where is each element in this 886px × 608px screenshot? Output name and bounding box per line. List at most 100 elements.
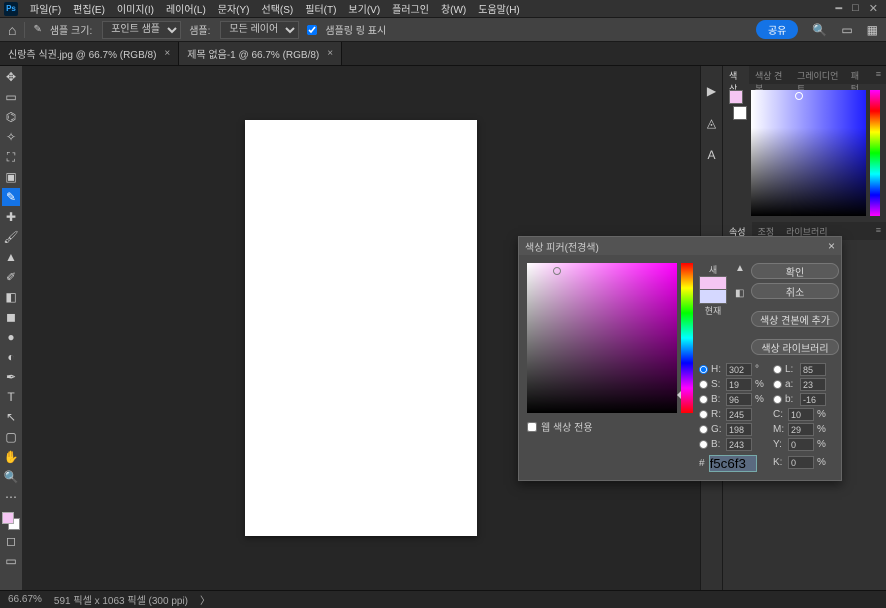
hue-strip[interactable]: [870, 90, 880, 216]
tool-eyedropper[interactable]: ✎: [2, 188, 20, 206]
tool-lasso[interactable]: ⌬: [2, 108, 20, 126]
dialog-titlebar[interactable]: 색상 피커(전경색) ×: [519, 237, 841, 255]
tab-color[interactable]: 색상: [723, 66, 749, 84]
radio-bb[interactable]: [773, 395, 782, 404]
input-bb[interactable]: [800, 393, 826, 406]
close-icon[interactable]: ×: [164, 48, 170, 59]
triangle-icon[interactable]: ◬: [707, 116, 716, 130]
menu-type[interactable]: 문자(Y): [212, 0, 256, 18]
canvas[interactable]: [245, 120, 477, 536]
radio-b[interactable]: [699, 395, 708, 404]
ok-button[interactable]: 확인: [751, 263, 839, 279]
menu-image[interactable]: 이미지(I): [111, 0, 160, 18]
tab-patterns[interactable]: 패턴: [845, 66, 871, 84]
input-bc[interactable]: [726, 438, 752, 451]
input-g[interactable]: [726, 423, 752, 436]
input-a[interactable]: [800, 378, 826, 391]
document-tab-1[interactable]: 제목 없음-1 @ 66.7% (RGB/8)×: [179, 42, 342, 65]
tool-brush[interactable]: 🖌: [2, 228, 20, 246]
panel-foreground-swatch[interactable]: [729, 90, 743, 104]
input-r[interactable]: [726, 408, 752, 421]
tool-move[interactable]: ✥: [2, 68, 20, 86]
color-cursor[interactable]: [795, 92, 803, 100]
menu-help[interactable]: 도움말(H): [472, 0, 525, 18]
current-color-swatch[interactable]: [699, 290, 727, 304]
radio-g[interactable]: [699, 425, 708, 434]
cancel-button[interactable]: 취소: [751, 283, 839, 299]
tab-gradients[interactable]: 그레이디언트: [791, 66, 845, 84]
web-only-checkbox[interactable]: [527, 422, 537, 432]
foreground-swatch[interactable]: [2, 512, 14, 524]
arrange-icon[interactable]: ▦: [867, 23, 878, 37]
type-icon[interactable]: A: [707, 148, 715, 162]
tool-heal[interactable]: ✚: [2, 208, 20, 226]
tool-text[interactable]: T: [2, 388, 20, 406]
panel-menu-icon[interactable]: ≡: [871, 66, 886, 84]
input-m[interactable]: [788, 423, 814, 436]
radio-s[interactable]: [699, 380, 708, 389]
input-k[interactable]: [788, 456, 814, 469]
menu-plugins[interactable]: 플러그인: [386, 0, 435, 18]
color-libraries-button[interactable]: 색상 라이브러리: [751, 339, 839, 355]
close-icon[interactable]: ×: [327, 48, 333, 59]
zoom-level[interactable]: 66.67%: [8, 594, 42, 605]
add-swatch-button[interactable]: 색상 견본에 추가: [751, 311, 839, 327]
window-minimize[interactable]: ━: [836, 2, 843, 15]
sv-cursor[interactable]: [553, 267, 561, 275]
radio-h[interactable]: [699, 365, 708, 374]
panel-background-swatch[interactable]: [733, 106, 747, 120]
radio-l[interactable]: [773, 365, 782, 374]
radio-bc[interactable]: [699, 440, 708, 449]
document-tab-0[interactable]: 신랑측 식권.jpg @ 66.7% (RGB/8)×: [0, 42, 179, 65]
tool-crop[interactable]: ⛶: [2, 148, 20, 166]
chevron-right-icon[interactable]: 〉: [200, 592, 210, 607]
warning-icon[interactable]: ▲: [735, 263, 745, 274]
sample-size-select[interactable]: 포인트 샘플: [102, 21, 181, 39]
input-s[interactable]: [726, 378, 752, 391]
panel-menu-icon[interactable]: ≡: [871, 222, 886, 240]
input-l[interactable]: [800, 363, 826, 376]
hue-pointer[interactable]: [677, 391, 681, 399]
sv-field[interactable]: [527, 263, 677, 413]
input-h[interactable]: [726, 363, 752, 376]
tool-eraser[interactable]: ◧: [2, 288, 20, 306]
input-hex[interactable]: [709, 455, 757, 472]
menu-file[interactable]: 파일(F): [24, 0, 67, 18]
window-close[interactable]: ✕: [869, 2, 878, 15]
radio-r[interactable]: [699, 410, 708, 419]
sample-select[interactable]: 모든 레이어: [220, 21, 299, 39]
tool-pen[interactable]: ✒: [2, 368, 20, 386]
input-b[interactable]: [726, 393, 752, 406]
play-icon[interactable]: ▶: [707, 84, 716, 98]
search-icon[interactable]: 🔍: [812, 23, 827, 37]
close-icon[interactable]: ×: [828, 239, 835, 253]
menu-edit[interactable]: 편집(E): [67, 0, 111, 18]
tool-zoom[interactable]: 🔍: [2, 468, 20, 486]
workspace-icon[interactable]: ▭: [841, 23, 852, 37]
tool-path[interactable]: ↖: [2, 408, 20, 426]
tool-blur[interactable]: ●: [2, 328, 20, 346]
radio-a[interactable]: [773, 380, 782, 389]
tool-gradient[interactable]: ◼: [2, 308, 20, 326]
screenmode-icon[interactable]: ▭: [2, 552, 20, 570]
eyedropper-icon[interactable]: ✎: [33, 24, 41, 35]
tool-hand[interactable]: ✋: [2, 448, 20, 466]
share-button[interactable]: 공유: [756, 20, 798, 39]
cube-icon[interactable]: ◧: [735, 288, 745, 299]
menu-window[interactable]: 창(W): [435, 0, 472, 18]
window-maximize[interactable]: □: [852, 2, 859, 15]
input-y[interactable]: [788, 438, 814, 451]
menu-filter[interactable]: 필터(T): [299, 0, 342, 18]
color-swatches[interactable]: [2, 512, 20, 530]
home-icon[interactable]: ⌂: [8, 22, 16, 38]
menu-select[interactable]: 선택(S): [256, 0, 300, 18]
tab-swatches[interactable]: 색상 견본: [749, 66, 791, 84]
color-field[interactable]: [751, 90, 866, 216]
tool-marquee[interactable]: ▭: [2, 88, 20, 106]
input-c[interactable]: [788, 408, 814, 421]
menu-layer[interactable]: 레이어(L): [160, 0, 212, 18]
tool-stamp[interactable]: ▲: [2, 248, 20, 266]
tool-dodge[interactable]: ◐: [2, 348, 20, 366]
tool-shape[interactable]: ▢: [2, 428, 20, 446]
tool-wand[interactable]: ✧: [2, 128, 20, 146]
